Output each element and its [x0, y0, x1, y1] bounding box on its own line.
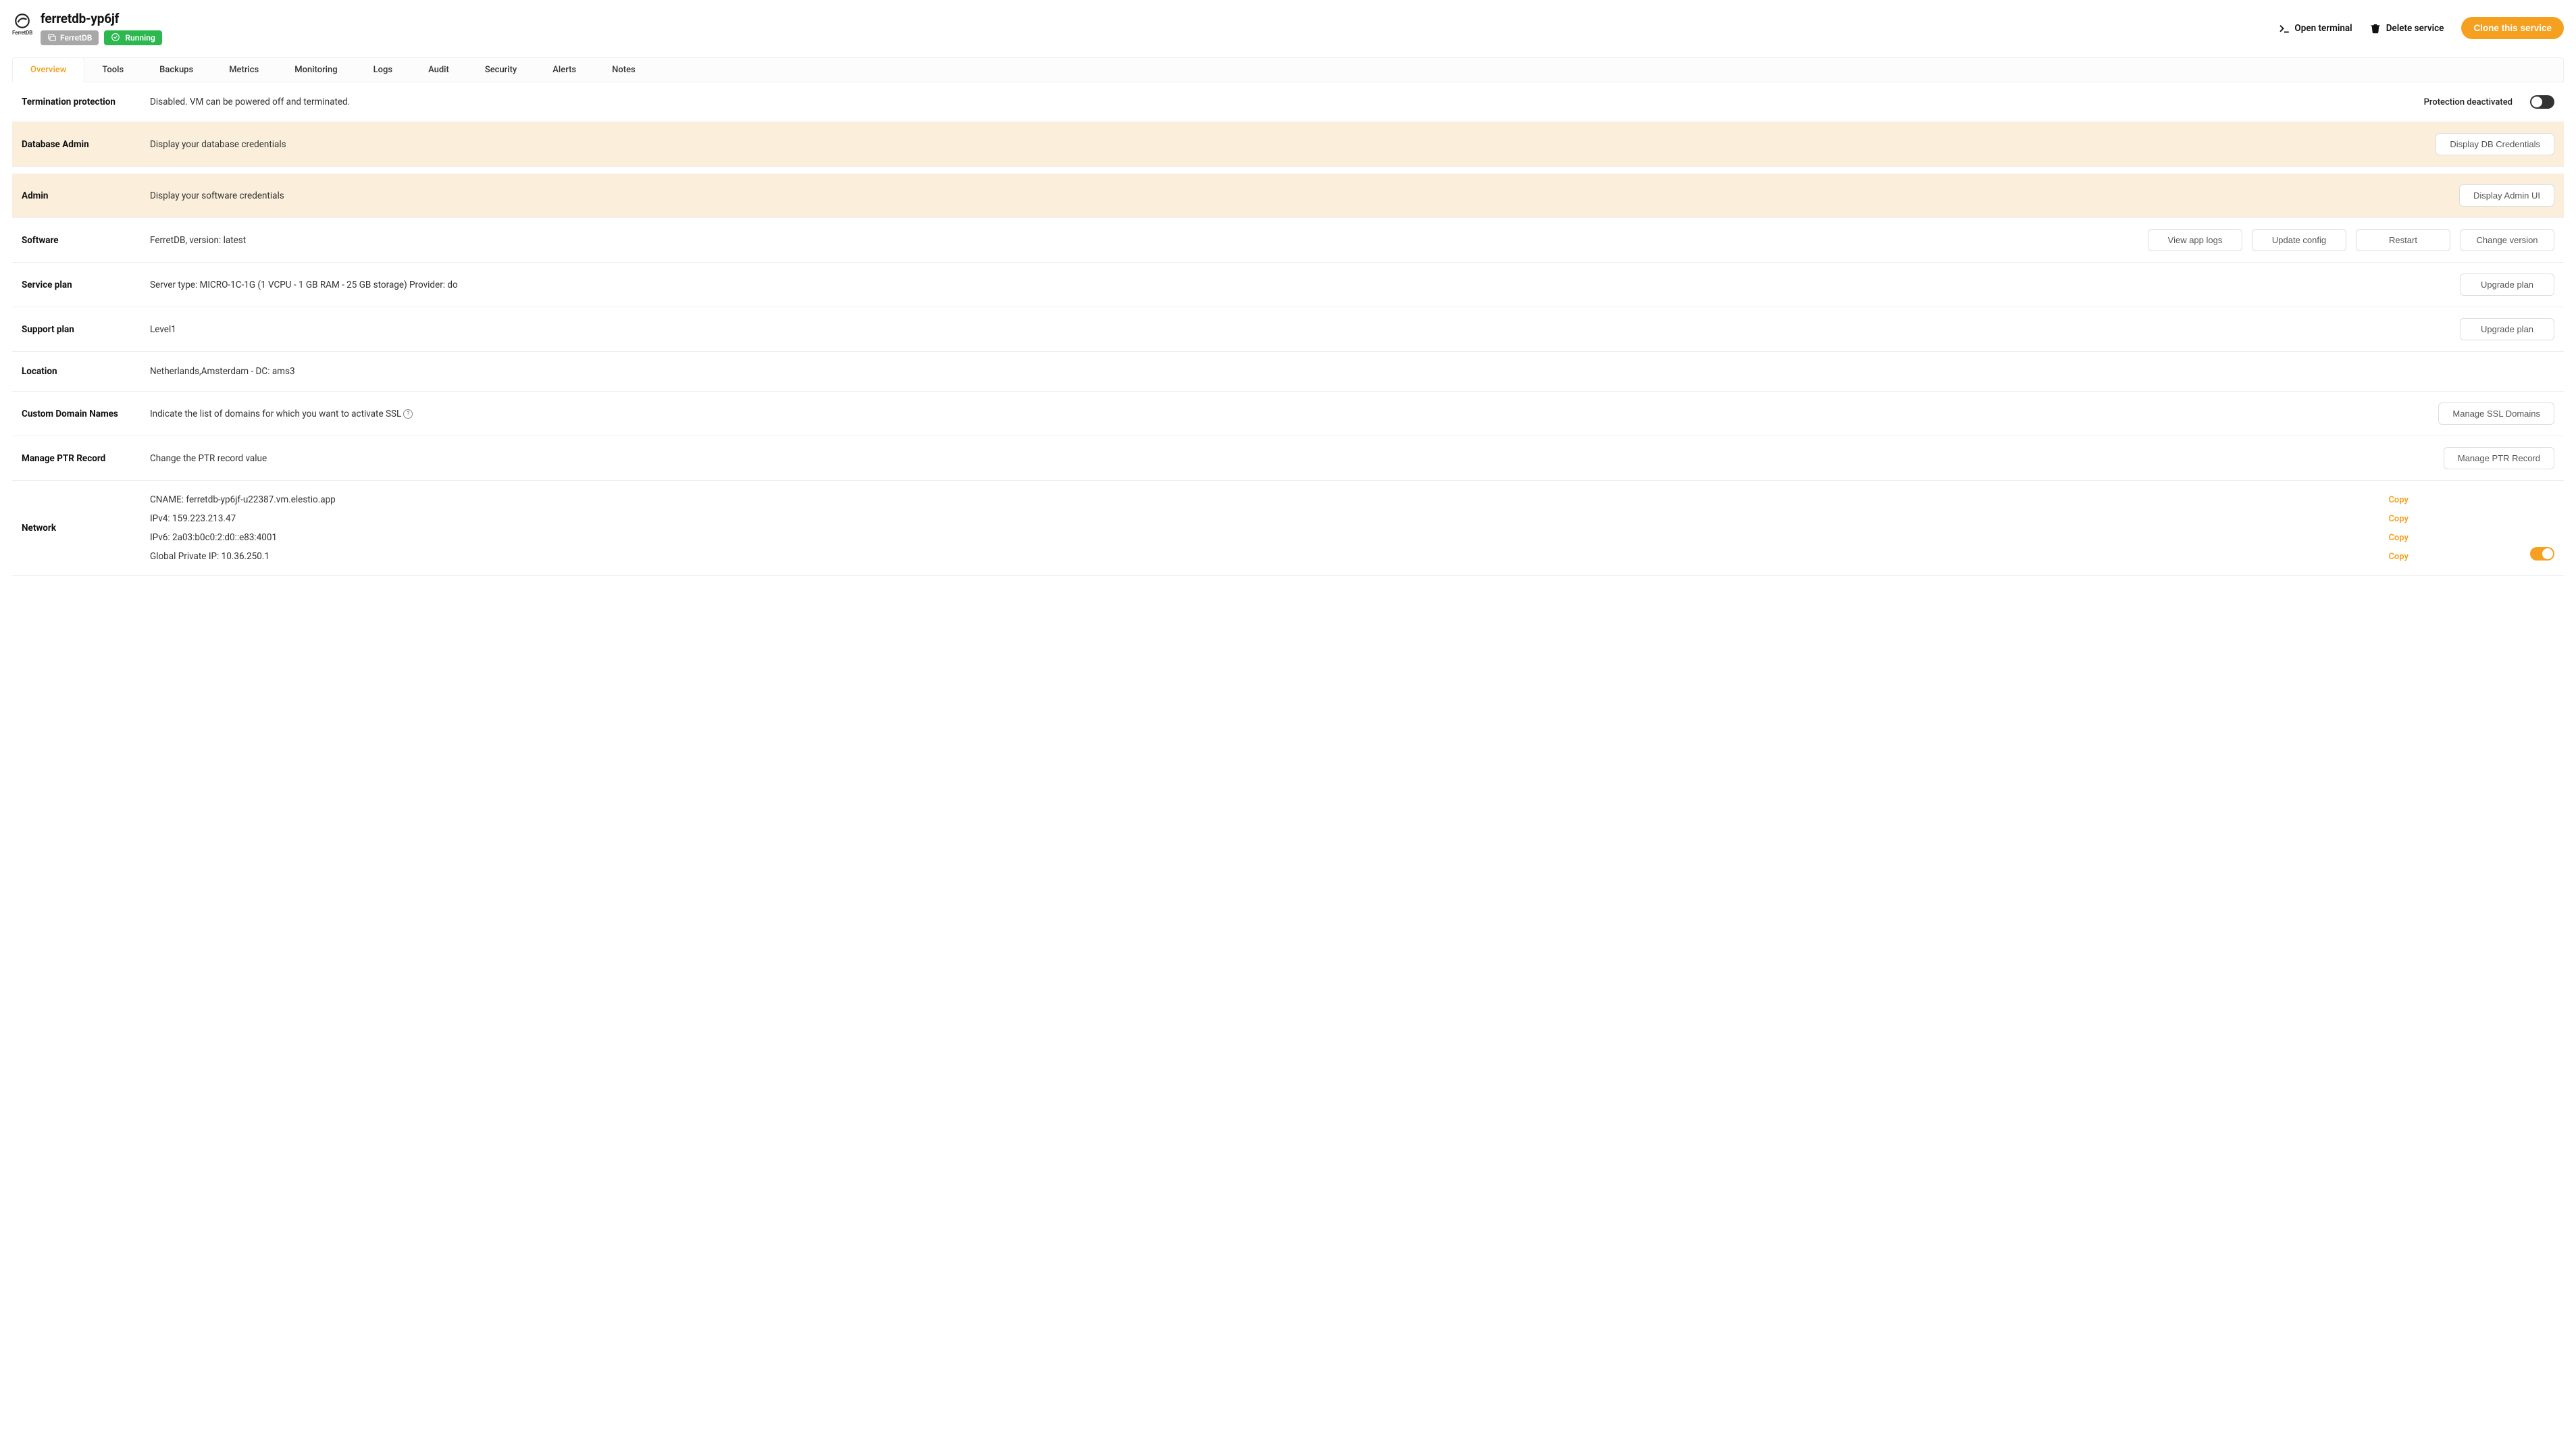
status-badge: Running	[104, 30, 161, 45]
row-service-plan: Service plan Server type: MICRO-1C-1G (1…	[12, 263, 2564, 307]
row-support-plan: Support plan Level1 Upgrade plan	[12, 307, 2564, 351]
manage-ptr-record-button[interactable]: Manage PTR Record	[2444, 447, 2554, 469]
network-toggle[interactable]	[2530, 547, 2554, 561]
row-desc: Netherlands,Amsterdam - DC: ams3	[150, 366, 2554, 377]
row-desc: Server type: MICRO-1C-1G (1 VCPU - 1 GB …	[150, 280, 2460, 290]
tab-bar: Overview Tools Backups Metrics Monitorin…	[12, 57, 2564, 82]
row-label: Network	[22, 523, 150, 534]
row-label: Support plan	[22, 324, 150, 335]
row-software: Software FerretDB, version: latest View …	[12, 218, 2564, 262]
change-version-button[interactable]: Change version	[2460, 229, 2554, 251]
update-config-button[interactable]: Update config	[2252, 229, 2346, 251]
check-circle-icon	[111, 32, 122, 43]
service-logo: FerretDB	[12, 11, 32, 36]
service-type-label: FerretDB	[60, 33, 92, 43]
network-ipv6-value: IPv6: 2a03:b0c0:2:d0::e83:4001	[150, 532, 2388, 543]
page-header: FerretDB ferretdb-yp6jf FerretDB	[12, 8, 2564, 48]
delete-service-button[interactable]: Delete service	[2370, 23, 2444, 34]
status-label: Running	[125, 33, 155, 43]
clone-service-button[interactable]: Clone this service	[2461, 17, 2564, 39]
open-terminal-button[interactable]: Open terminal	[2278, 23, 2352, 34]
row-termination-protection: Termination protection Disabled. VM can …	[12, 82, 2564, 122]
tab-security[interactable]: Security	[467, 58, 535, 82]
row-label: Termination protection	[22, 97, 150, 107]
delete-service-label: Delete service	[2386, 23, 2444, 34]
tab-audit[interactable]: Audit	[411, 58, 467, 82]
protection-toggle[interactable]	[2530, 95, 2554, 109]
network-private-ip-value: Global Private IP: 10.36.250.1	[150, 551, 2388, 562]
help-icon[interactable]: ?	[403, 409, 413, 419]
manage-ssl-domains-button[interactable]: Manage SSL Domains	[2438, 402, 2554, 425]
network-ipv4-value: IPv4: 159.223.213.47	[150, 513, 2388, 524]
copy-cname-button[interactable]: Copy	[2388, 495, 2530, 505]
tab-overview[interactable]: Overview	[12, 57, 84, 82]
copy-ipv6-button[interactable]: Copy	[2388, 533, 2530, 543]
tab-monitoring[interactable]: Monitoring	[277, 58, 355, 82]
network-cname-value: CNAME: ferretdb-yp6jf-u22387.vm.elestio.…	[150, 494, 2388, 505]
copy-ipv4-button[interactable]: Copy	[2388, 514, 2530, 524]
service-title: ferretdb-yp6jf	[41, 11, 162, 26]
upgrade-service-plan-button[interactable]: Upgrade plan	[2460, 274, 2554, 296]
row-admin: Admin Display your software credentials …	[12, 174, 2564, 217]
restart-button[interactable]: Restart	[2356, 229, 2450, 251]
row-network: Network CNAME: ferretdb-yp6jf-u22387.vm.…	[12, 481, 2564, 575]
copy-private-ip-button[interactable]: Copy	[2388, 552, 2530, 562]
tab-backups[interactable]: Backups	[142, 58, 211, 82]
tab-notes[interactable]: Notes	[594, 58, 654, 82]
row-custom-domains: Custom Domain Names Indicate the list of…	[12, 392, 2564, 436]
row-desc: FerretDB, version: latest	[150, 235, 2148, 246]
protection-toggle-label: Protection deactivated	[2424, 97, 2513, 107]
service-logo-caption: FerretDB	[12, 30, 32, 36]
service-type-badge: FerretDB	[41, 30, 99, 45]
row-desc: Display your database credentials	[150, 139, 2436, 150]
row-label: Database Admin	[22, 139, 150, 150]
tab-alerts[interactable]: Alerts	[535, 58, 594, 82]
ferretdb-logo-icon	[14, 12, 31, 30]
tab-tools[interactable]: Tools	[84, 58, 142, 82]
network-ipv6-line: IPv6: 2a03:b0c0:2:d0::e83:4001 Copy	[150, 532, 2530, 543]
display-db-credentials-button[interactable]: Display DB Credentials	[2436, 133, 2554, 155]
row-label: Location	[22, 366, 150, 377]
row-label: Service plan	[22, 280, 150, 290]
overview-panel: Termination protection Disabled. VM can …	[12, 82, 2564, 576]
upgrade-support-plan-button[interactable]: Upgrade plan	[2460, 318, 2554, 340]
row-label: Manage PTR Record	[22, 453, 150, 464]
row-desc: Disabled. VM can be powered off and term…	[150, 97, 2424, 107]
row-location: Location Netherlands,Amsterdam - DC: ams…	[12, 352, 2564, 391]
trash-icon	[2370, 23, 2381, 34]
open-terminal-label: Open terminal	[2294, 23, 2352, 34]
view-app-logs-button[interactable]: View app logs	[2148, 229, 2242, 251]
display-admin-ui-button[interactable]: Display Admin UI	[2459, 184, 2554, 207]
domains-desc-text: Indicate the list of domains for which y…	[150, 409, 401, 419]
row-desc: Indicate the list of domains for which y…	[150, 409, 2438, 419]
network-private-ip-line: Global Private IP: 10.36.250.1 Copy	[150, 551, 2530, 562]
row-database-admin: Database Admin Display your database cre…	[12, 122, 2564, 166]
row-label: Software	[22, 235, 150, 246]
row-desc: Display your software credentials	[150, 190, 2459, 201]
network-cname-line: CNAME: ferretdb-yp6jf-u22387.vm.elestio.…	[150, 494, 2530, 505]
terminal-icon	[2278, 23, 2289, 34]
tab-metrics[interactable]: Metrics	[211, 58, 277, 82]
stack-icon	[47, 33, 57, 43]
row-label: Custom Domain Names	[22, 409, 150, 419]
row-desc: Level1	[150, 324, 2460, 335]
row-label: Admin	[22, 190, 150, 201]
network-ipv4-line: IPv4: 159.223.213.47 Copy	[150, 513, 2530, 524]
tab-logs[interactable]: Logs	[356, 58, 411, 82]
row-ptr-record: Manage PTR Record Change the PTR record …	[12, 436, 2564, 480]
row-desc: Change the PTR record value	[150, 453, 2444, 464]
